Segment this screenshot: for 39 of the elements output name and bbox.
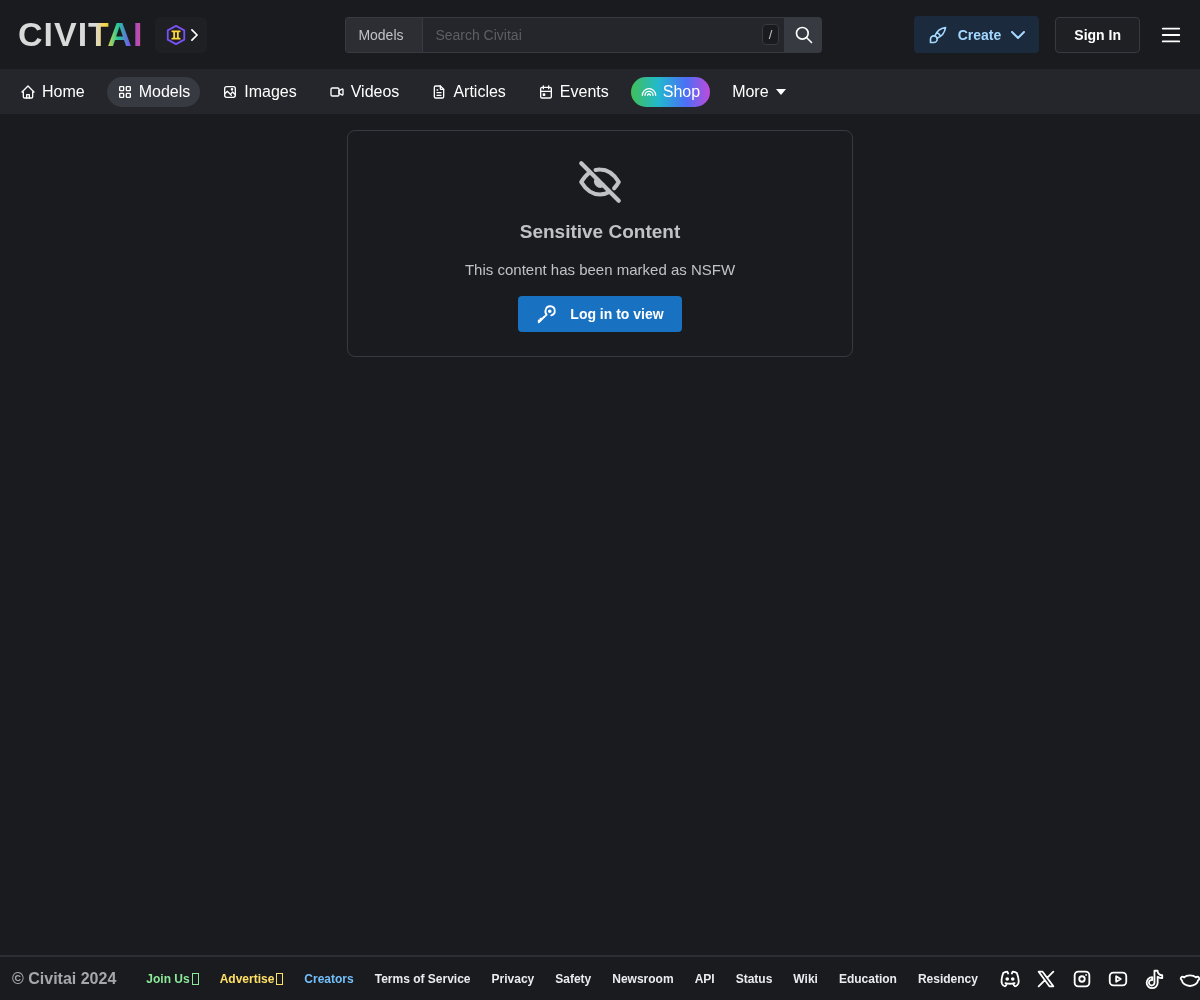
search-icon	[793, 24, 814, 45]
notice-message: This content has been marked as NSFW	[464, 261, 736, 278]
nav-tab[interactable]: Events	[527, 76, 619, 107]
calendar-icon	[537, 83, 554, 100]
nav-tab[interactable]: Images	[212, 76, 307, 107]
footer-link[interactable]: Education	[838, 971, 897, 986]
home-icon	[20, 83, 36, 100]
nav-tab[interactable]: Models	[106, 76, 201, 107]
footer-link[interactable]: Creators	[304, 971, 354, 986]
footer-link[interactable]: Advertise	[219, 971, 284, 986]
footer-link[interactable]: Terms of Service	[374, 971, 471, 986]
footer-link[interactable]: API	[694, 971, 715, 986]
footer-link[interactable]: Newsroom	[612, 971, 674, 986]
copyright-text: © Civitai 2024	[12, 969, 117, 988]
footer-link[interactable]: Residency	[917, 971, 978, 986]
footer-link[interactable]: Privacy	[491, 971, 535, 986]
nav-tab[interactable]: Articles	[421, 76, 516, 107]
sign-in-button[interactable]: Sign In	[1055, 16, 1140, 53]
logo-badge[interactable]	[155, 16, 208, 53]
search-button[interactable]	[785, 16, 823, 53]
nav-tab[interactable]: Home	[10, 76, 95, 107]
notice-title: Sensitive Content	[519, 221, 681, 243]
nav-tab[interactable]: Videos	[318, 76, 410, 107]
shop-button[interactable]: Shop	[630, 76, 711, 107]
scope-dropdown[interactable]: Models	[345, 16, 424, 53]
footer-link[interactable]: Safety	[555, 971, 592, 986]
footer-link[interactable]: Wiki	[793, 971, 818, 986]
footer-link[interactable]: Join Us	[146, 971, 199, 986]
gem-icon	[164, 23, 187, 46]
image-icon	[222, 83, 239, 100]
brush-icon	[927, 24, 948, 45]
create-button[interactable]: Create	[913, 16, 1040, 53]
log-in-button[interactable]: Log in to view	[518, 296, 682, 332]
chevron-right-icon	[190, 28, 198, 41]
chevron-down-icon	[1011, 30, 1026, 39]
more-dropdown[interactable]: More	[722, 76, 797, 107]
key-icon	[536, 303, 559, 325]
grid-icon	[116, 83, 133, 100]
footer-link[interactable]: Status	[735, 971, 773, 986]
